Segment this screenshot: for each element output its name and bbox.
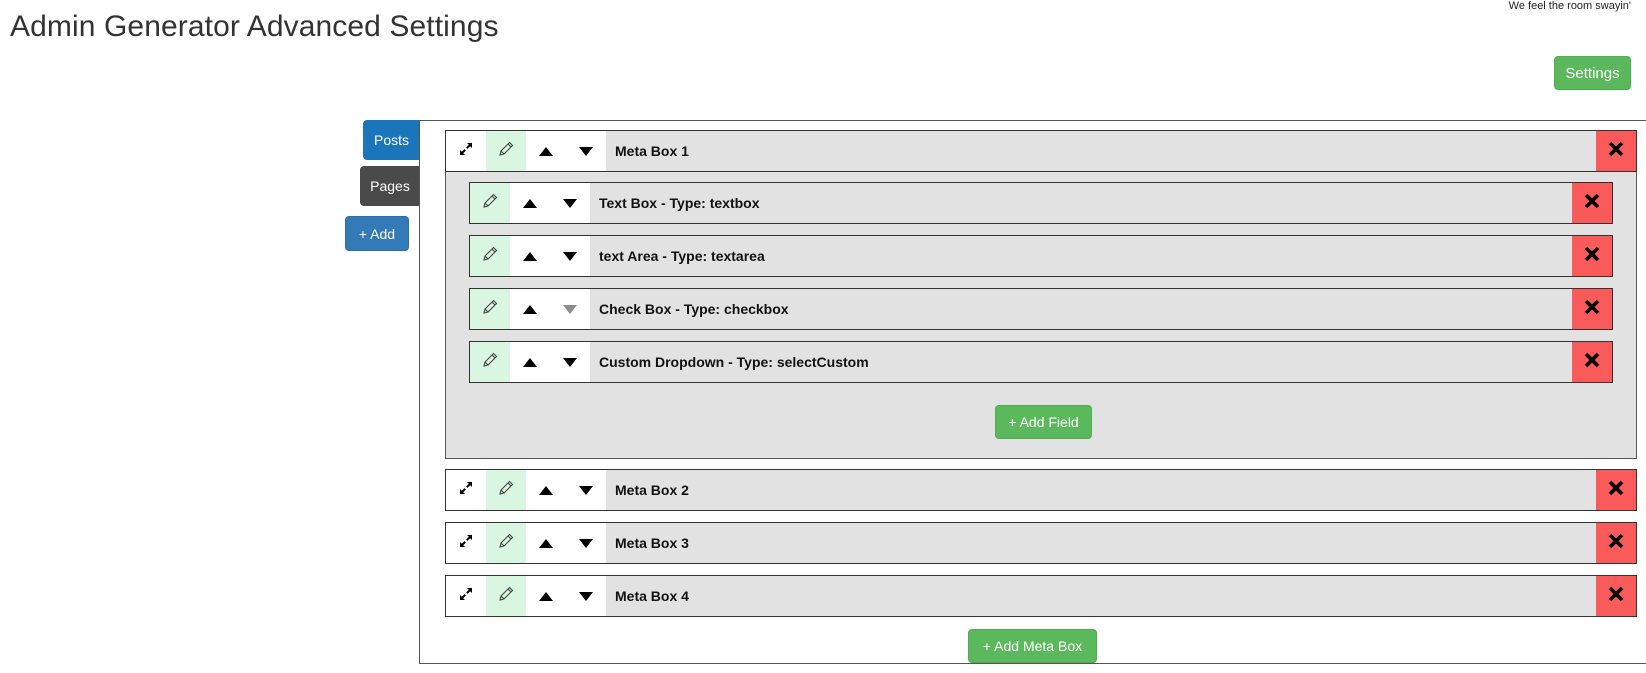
metabox-label: Meta Box 2: [615, 482, 689, 498]
field-label: Check Box - Type: checkbox: [599, 301, 789, 317]
settings-button[interactable]: Settings: [1554, 56, 1631, 90]
move-down-button[interactable]: [550, 342, 590, 382]
metabox-label: Meta Box 3: [615, 535, 689, 551]
move-up-button[interactable]: [510, 342, 550, 382]
field-row: Check Box - Type: checkbox: [469, 288, 1613, 330]
triangle-up-icon: [539, 146, 553, 156]
expand-button[interactable]: [446, 576, 486, 616]
edit-button[interactable]: [470, 289, 510, 329]
pencil-icon: [497, 532, 515, 555]
close-x-icon: [1584, 352, 1600, 373]
close-x-icon: [1608, 141, 1624, 162]
move-up-button[interactable]: [526, 470, 566, 510]
move-down-button[interactable]: [550, 236, 590, 276]
tab-posts[interactable]: Posts: [363, 120, 420, 160]
delete-button[interactable]: [1572, 236, 1612, 276]
field-label: text Area - Type: textarea: [599, 248, 765, 264]
add-field-button[interactable]: + Add Field: [995, 405, 1092, 439]
move-down-button[interactable]: [566, 131, 606, 171]
delete-button[interactable]: [1572, 342, 1612, 382]
expand-arrows-icon: [459, 481, 473, 500]
pencil-icon: [481, 351, 499, 374]
triangle-down-icon: [579, 146, 593, 156]
edit-button[interactable]: [486, 131, 526, 171]
metabox-row: Meta Box 1: [445, 130, 1637, 172]
delete-button[interactable]: [1572, 183, 1612, 223]
triangle-up-icon: [523, 304, 537, 314]
triangle-down-icon: [563, 251, 577, 261]
triangle-down-icon: [563, 198, 577, 208]
metabox-row: Meta Box 4: [445, 575, 1637, 617]
metabox-row: Meta Box 2: [445, 469, 1637, 511]
edit-button[interactable]: [486, 523, 526, 563]
metabox-row: Meta Box 3: [445, 522, 1637, 564]
expand-button[interactable]: [446, 470, 486, 510]
close-x-icon: [1608, 480, 1624, 501]
close-x-icon: [1584, 193, 1600, 214]
move-up-button[interactable]: [526, 131, 566, 171]
close-x-icon: [1584, 246, 1600, 267]
triangle-up-icon: [523, 198, 537, 208]
triangle-down-icon: [579, 591, 593, 601]
field-label: Text Box - Type: textbox: [599, 195, 760, 211]
pencil-icon: [481, 192, 499, 215]
delete-button[interactable]: [1596, 576, 1636, 616]
move-down-button[interactable]: [566, 523, 606, 563]
expand-arrows-icon: [459, 534, 473, 553]
move-down-button[interactable]: [566, 576, 606, 616]
edit-button[interactable]: [470, 183, 510, 223]
pencil-icon: [497, 585, 515, 608]
metabox-label: Meta Box 4: [615, 588, 689, 604]
triangle-up-icon: [539, 538, 553, 548]
pencil-icon: [481, 298, 499, 321]
field-label: Custom Dropdown - Type: selectCustom: [599, 354, 869, 370]
pencil-icon: [497, 140, 515, 163]
field-row: Text Box - Type: textbox: [469, 182, 1613, 224]
expand-button[interactable]: [446, 523, 486, 563]
close-x-icon: [1608, 533, 1624, 554]
delete-button[interactable]: [1596, 470, 1636, 510]
move-up-button[interactable]: [510, 236, 550, 276]
triangle-down-icon: [563, 304, 577, 314]
triangle-up-icon: [523, 251, 537, 261]
edit-button[interactable]: [470, 236, 510, 276]
move-down-button-disabled: [550, 289, 590, 329]
triangle-down-icon: [563, 357, 577, 367]
move-up-button[interactable]: [510, 183, 550, 223]
delete-button[interactable]: [1572, 289, 1612, 329]
tagline-text: We feel the room swayin': [1508, 0, 1631, 12]
tab-pages[interactable]: Pages: [360, 166, 420, 206]
expand-button[interactable]: [446, 131, 486, 171]
triangle-up-icon: [539, 591, 553, 601]
close-x-icon: [1584, 299, 1600, 320]
move-up-button[interactable]: [526, 523, 566, 563]
edit-button[interactable]: [486, 470, 526, 510]
close-x-icon: [1608, 586, 1624, 607]
edit-button[interactable]: [486, 576, 526, 616]
pencil-icon: [481, 245, 499, 268]
move-up-button[interactable]: [526, 576, 566, 616]
edit-button[interactable]: [470, 342, 510, 382]
triangle-up-icon: [539, 485, 553, 495]
expand-arrows-icon: [459, 587, 473, 606]
triangle-down-icon: [579, 485, 593, 495]
page-title: Admin Generator Advanced Settings: [10, 10, 499, 43]
add-tab-button[interactable]: + Add: [345, 216, 409, 251]
field-row: text Area - Type: textarea: [469, 235, 1613, 277]
triangle-down-icon: [579, 538, 593, 548]
move-down-button[interactable]: [566, 470, 606, 510]
field-row: Custom Dropdown - Type: selectCustom: [469, 341, 1613, 383]
move-up-button[interactable]: [510, 289, 550, 329]
add-metabox-button[interactable]: + Add Meta Box: [968, 629, 1097, 663]
delete-button[interactable]: [1596, 131, 1636, 171]
delete-button[interactable]: [1596, 523, 1636, 563]
metabox-label: Meta Box 1: [615, 143, 689, 159]
move-down-button[interactable]: [550, 183, 590, 223]
triangle-up-icon: [523, 357, 537, 367]
expand-arrows-icon: [459, 142, 473, 161]
pencil-icon: [497, 479, 515, 502]
